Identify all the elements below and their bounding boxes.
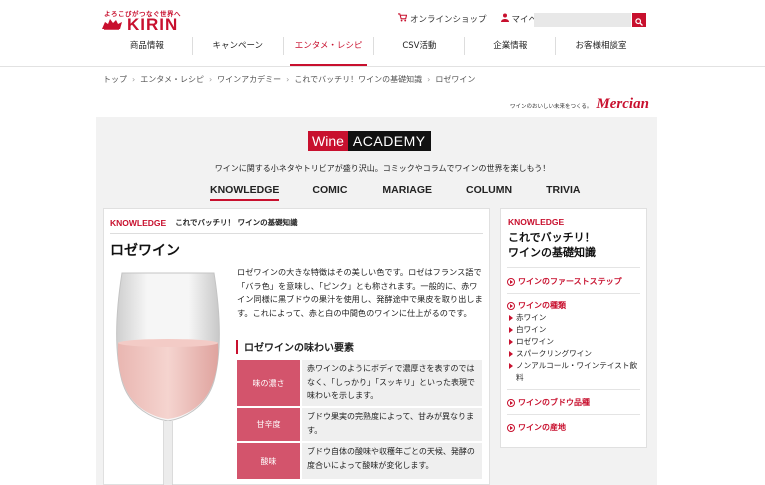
sidebar-type-list: 赤ワイン 白ワイン ロゼワイン スパークリングワイン ノンアルコール・ワインテイ… bbox=[509, 312, 639, 384]
taste-description: ブドウ自体の酸味や収穫年ごとの天候、発酵の度合いによって酸味が変化します。 bbox=[302, 443, 482, 479]
sidebar-divider bbox=[507, 267, 640, 268]
user-icon bbox=[500, 13, 512, 25]
article-divider bbox=[110, 233, 483, 234]
section-title-text: ロゼワインの味わい要素 bbox=[244, 343, 354, 354]
tab-knowledge[interactable]: KNOWLEDGE bbox=[210, 184, 280, 201]
sidebar-divider bbox=[507, 414, 640, 415]
nav-item-company[interactable]: 企業情報 bbox=[464, 37, 555, 55]
list-item: 赤ワイン bbox=[516, 313, 547, 322]
nav-item-csv[interactable]: CSV活動 bbox=[373, 37, 464, 55]
sidebar-link-types[interactable]: ワインの種類 bbox=[507, 300, 566, 311]
section-title: ロゼワインの味わい要素 bbox=[236, 339, 354, 354]
tab-mariage[interactable]: MARIAGE bbox=[382, 184, 432, 196]
sidebar-divider bbox=[507, 389, 640, 390]
sidebar-title: これでバッチリ！ ワインの基礎知識 bbox=[508, 230, 596, 260]
search-button[interactable] bbox=[632, 13, 646, 27]
nav-item-products[interactable]: 商品情報 bbox=[102, 37, 192, 55]
online-shop-link[interactable]: オンラインショップ bbox=[398, 13, 487, 25]
breadcrumb-academy[interactable]: ワインアカデミー bbox=[217, 74, 281, 85]
arrow-circle-icon bbox=[507, 277, 515, 286]
article-header: KNOWLEDGE これでバッチリ！ ワインの基礎知識 bbox=[110, 217, 298, 228]
mercian-tagline: ワインのおいしい未来をつくる。 bbox=[510, 104, 593, 110]
table-row: 味の濃さ 赤ワインのようにボディで濃厚さを表すのではなく、「しっかり」「スッキリ… bbox=[237, 360, 482, 406]
triangle-right-icon bbox=[509, 324, 516, 336]
sidebar-title-line1: これでバッチリ！ bbox=[508, 231, 596, 244]
triangle-right-icon bbox=[509, 360, 516, 384]
sidebar-title-line2: ワインの基礎知識 bbox=[508, 246, 596, 259]
breadcrumb-separator: › bbox=[208, 75, 213, 84]
triangle-right-icon bbox=[509, 348, 516, 360]
table-row: 甘辛度 ブドウ果実の完熟度によって、甘みが異なります。 bbox=[237, 408, 482, 441]
sidebar-link-label: ワインのファーストステップ bbox=[518, 277, 622, 286]
sidebar-link-label: ワインの産地 bbox=[518, 423, 566, 432]
breadcrumb-basics[interactable]: これでバッチリ！ワインの基礎知識 bbox=[294, 74, 422, 85]
wine-academy-logo-part2: ACADEMY bbox=[347, 131, 431, 151]
list-item: ノンアルコール・ワインテイスト飲料 bbox=[516, 361, 638, 382]
breadcrumb-separator: › bbox=[132, 75, 136, 84]
taste-description: 赤ワインのようにボディで濃厚さを表すのではなく、「しっかり」「スッキリ」といった… bbox=[302, 360, 482, 406]
article-series: これでバッチリ！ ワインの基礎知識 bbox=[175, 218, 298, 227]
breadcrumb-separator: › bbox=[286, 75, 290, 84]
search-input[interactable] bbox=[534, 13, 631, 27]
mercian-banner[interactable]: ワインのおいしい未来をつくる。 Mercian bbox=[510, 96, 649, 113]
section-title-marker bbox=[236, 339, 238, 354]
sidebar-divider bbox=[507, 293, 640, 294]
sidebar-link-regions[interactable]: ワインの産地 bbox=[507, 422, 566, 433]
article-panel: KNOWLEDGE これでバッチリ！ ワインの基礎知識 ロゼワイン ロゼワインの… bbox=[103, 208, 490, 485]
kirin-logo[interactable]: KIRIN bbox=[101, 15, 178, 35]
table-row: 酸味 ブドウ自体の酸味や収穫年ごとの天候、発酵の度合いによって酸味が変化します。 bbox=[237, 443, 482, 479]
arrow-circle-icon bbox=[507, 423, 515, 432]
tab-trivia[interactable]: TRIVIA bbox=[546, 184, 580, 196]
page-title: ロゼワイン bbox=[110, 243, 180, 259]
mercian-logo: Mercian bbox=[596, 96, 649, 112]
article-intro: ロゼワインの大きな特徴はその美しい色です。ロゼはフランス語で「バラ色」を意味し、… bbox=[237, 267, 483, 318]
sidebar-type-non-alcohol[interactable]: ノンアルコール・ワインテイスト飲料 bbox=[509, 360, 639, 384]
wine-academy-logo-part1: Wine bbox=[308, 131, 348, 151]
breadcrumb-current: ロゼワイン bbox=[435, 75, 476, 84]
global-nav: 商品情報 キャンペーン エンタメ・レシピ CSV活動 企業情報 お客様相談室 bbox=[102, 37, 646, 66]
taste-description: ブドウ果実の完熟度によって、甘みが異なります。 bbox=[302, 408, 482, 441]
wine-academy-logo[interactable]: Wine ACADEMY bbox=[308, 131, 431, 151]
nav-item-campaign[interactable]: キャンペーン bbox=[191, 37, 283, 55]
list-item: スパークリングワイン bbox=[516, 349, 592, 358]
tab-comic[interactable]: COMIC bbox=[312, 184, 347, 196]
header-divider bbox=[0, 66, 765, 67]
academy-tabs: KNOWLEDGE COMIC MARIAGE COLUMN TRIVIA bbox=[210, 184, 581, 201]
sidebar-link-grapes[interactable]: ワインのブドウ品種 bbox=[507, 397, 590, 408]
breadcrumb-entertainment[interactable]: エンタメ・レシピ bbox=[140, 74, 204, 85]
breadcrumb-top[interactable]: トップ bbox=[103, 74, 127, 85]
arrow-circle-icon bbox=[507, 398, 515, 407]
breadcrumb-separator: › bbox=[427, 75, 431, 84]
sidebar-type-red[interactable]: 赤ワイン bbox=[509, 312, 639, 324]
list-item: 白ワイン bbox=[516, 325, 547, 334]
cart-icon bbox=[398, 13, 410, 25]
kirin-emblem-icon bbox=[101, 16, 123, 35]
sidebar-type-white[interactable]: 白ワイン bbox=[509, 324, 639, 336]
list-item: ロゼワイン bbox=[516, 337, 554, 346]
academy-tagline: ワインに関する小ネタやトリビアが盛り沢山。コミックやコラムでワインの世界を楽しも… bbox=[214, 164, 551, 173]
rose-wine-glass-image bbox=[112, 271, 227, 485]
taste-label: 酸味 bbox=[237, 443, 300, 479]
brand-name: KIRIN bbox=[127, 15, 179, 34]
online-shop-label: オンラインショップ bbox=[410, 15, 487, 25]
search-icon bbox=[635, 11, 643, 30]
nav-item-entertainment[interactable]: エンタメ・レシピ bbox=[282, 37, 374, 66]
breadcrumb: トップ › エンタメ・レシピ › ワインアカデミー › これでバッチリ！ワインの… bbox=[103, 74, 475, 85]
sidebar: KNOWLEDGE これでバッチリ！ ワインの基礎知識 ワインのファーストステッ… bbox=[500, 208, 647, 448]
triangle-right-icon bbox=[509, 336, 516, 348]
tab-column[interactable]: COLUMN bbox=[466, 184, 512, 196]
nav-item-support[interactable]: お客様相談室 bbox=[555, 37, 646, 55]
sidebar-link-label: ワインのブドウ品種 bbox=[518, 398, 590, 407]
triangle-right-icon bbox=[509, 312, 516, 324]
sidebar-category: KNOWLEDGE bbox=[508, 217, 565, 227]
arrow-circle-icon bbox=[507, 301, 515, 310]
taste-label: 味の濃さ bbox=[237, 360, 300, 406]
sidebar-link-label: ワインの種類 bbox=[518, 301, 566, 310]
sidebar-type-rose[interactable]: ロゼワイン bbox=[509, 336, 639, 348]
taste-label: 甘辛度 bbox=[237, 408, 300, 441]
sidebar-type-sparkling[interactable]: スパークリングワイン bbox=[509, 348, 639, 360]
taste-table: 味の濃さ 赤ワインのようにボディで濃厚さを表すのではなく、「しっかり」「スッキリ… bbox=[237, 360, 482, 481]
article-category: KNOWLEDGE bbox=[110, 217, 167, 228]
sidebar-link-first-step[interactable]: ワインのファーストステップ bbox=[507, 276, 622, 287]
